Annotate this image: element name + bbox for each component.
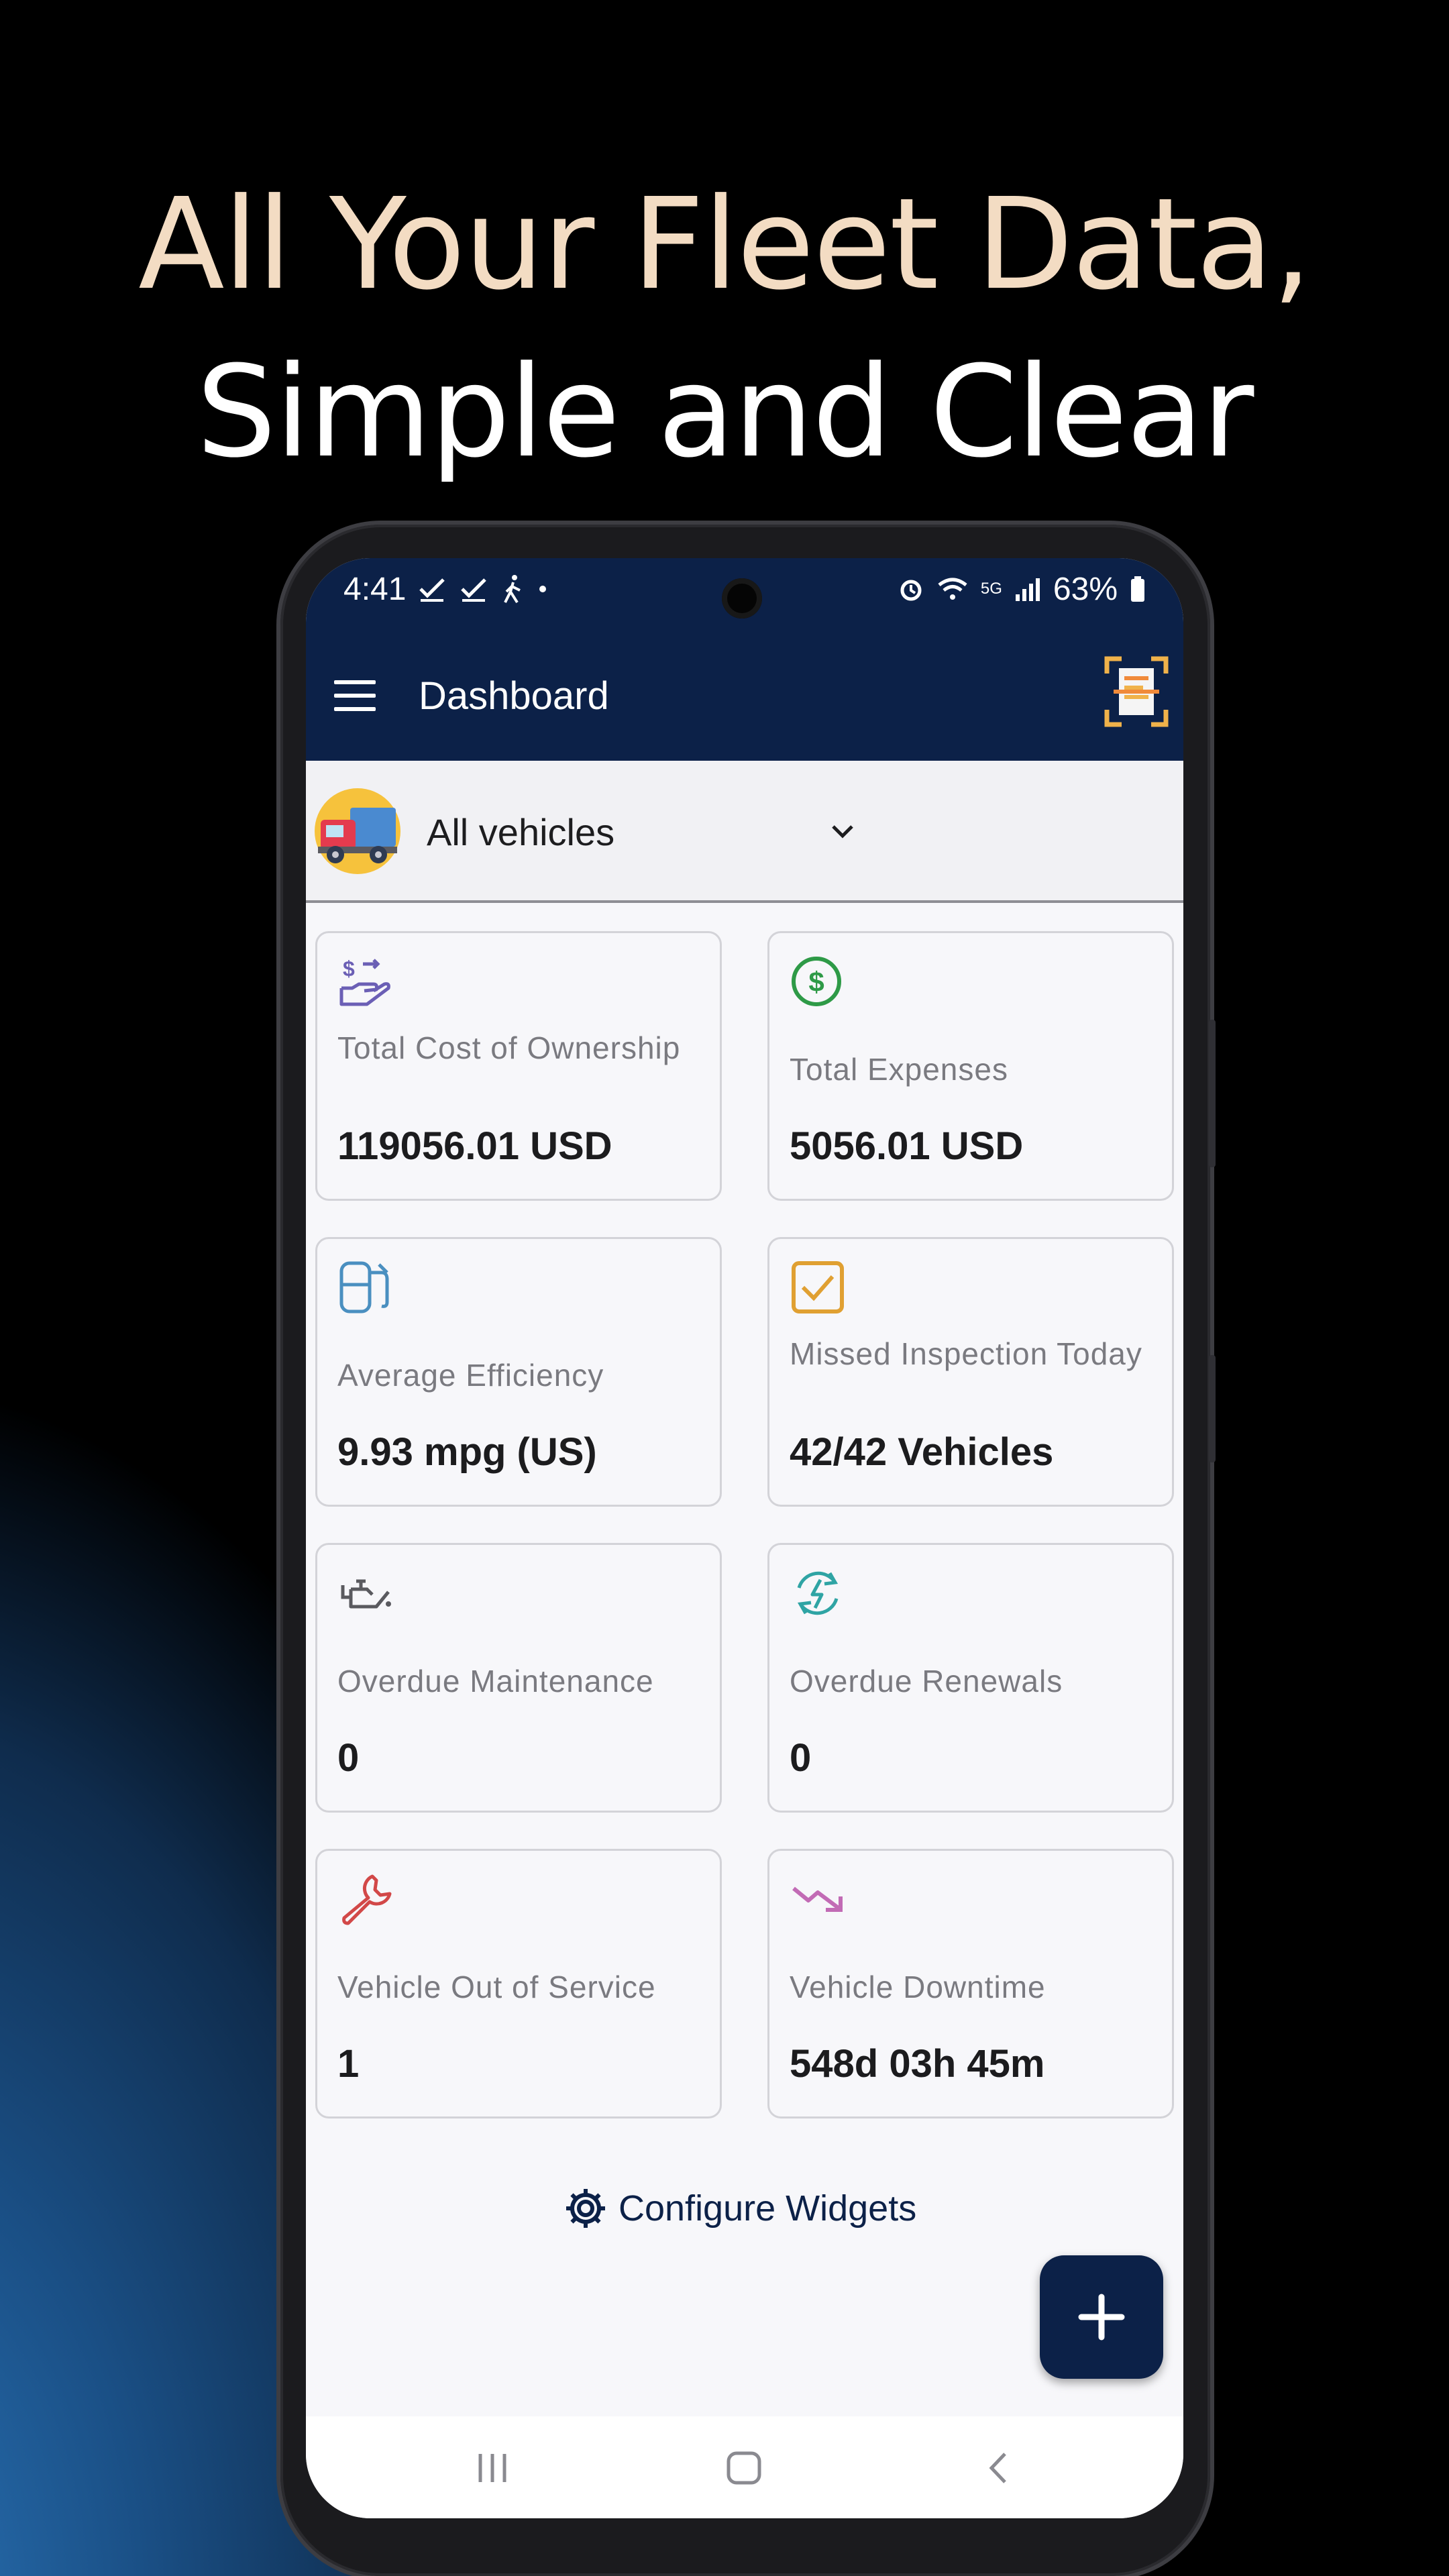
widget-value: 548d 03h 45m	[790, 2042, 1045, 2086]
widget-value: 5056.01 USD	[790, 1124, 1024, 1168]
widget-card[interactable]: Vehicle Downtime 548d 03h 45m	[767, 1849, 1174, 2118]
widget-label: Vehicle Downtime	[790, 1970, 1046, 2004]
cost-hand-icon: $	[339, 957, 390, 1006]
widget-card[interactable]: Average Efficiency 9.93 mpg (US)	[315, 1237, 722, 1507]
headline: All Your Fleet Data, Simple and Clear	[0, 161, 1449, 496]
headline-line-1: All Your Fleet Data,	[138, 171, 1312, 318]
home-icon[interactable]	[724, 2450, 763, 2486]
add-fab-button[interactable]	[1040, 2255, 1163, 2379]
trend-down-icon	[792, 1886, 843, 1912]
widget-card[interactable]: Overdue Renewals 0	[767, 1543, 1174, 1813]
dollar-circle-icon: $	[792, 957, 841, 1006]
widget-card[interactable]: Overdue Maintenance 0	[315, 1543, 722, 1813]
widget-value: 42/42 Vehicles	[790, 1430, 1054, 1474]
front-camera	[722, 578, 762, 619]
headline-line-2: Simple and Clear	[196, 339, 1254, 486]
widget-label: Vehicle Out of Service	[337, 1970, 656, 2004]
check-notification-icon	[419, 578, 445, 602]
app-bar: Dashboard	[306, 620, 1183, 761]
recent-apps-icon[interactable]	[474, 2451, 511, 2485]
widget-value: 9.93 mpg (US)	[337, 1430, 597, 1474]
back-icon[interactable]	[985, 2450, 1012, 2486]
widget-label: Average Efficiency	[337, 1358, 604, 1393]
alarm-icon	[900, 580, 922, 601]
widget-label: Overdue Maintenance	[337, 1664, 654, 1699]
widget-card[interactable]: $ Total Expenses 5056.01 USD	[767, 931, 1174, 1201]
svg-text:$: $	[343, 957, 355, 981]
dot-icon	[539, 586, 547, 592]
renew-bolt-icon	[797, 1571, 839, 1615]
widget-label: Total Cost of Ownership	[337, 1030, 681, 1065]
battery-percent: 63%	[1053, 571, 1118, 607]
document-scan-icon[interactable]	[1104, 656, 1169, 727]
page-title: Dashboard	[419, 674, 609, 718]
oil-can-icon	[341, 1579, 391, 1609]
hamburger-menu-icon[interactable]	[334, 680, 376, 711]
checkbox-icon	[792, 1261, 844, 1313]
wifi-icon	[938, 578, 967, 600]
fuel-pump-icon	[339, 1261, 389, 1313]
widget-value: 0	[337, 1736, 360, 1780]
signal-icon	[1015, 578, 1040, 601]
svg-text:$: $	[808, 966, 824, 998]
widget-label: Overdue Renewals	[790, 1664, 1063, 1699]
truck-icon	[315, 788, 400, 874]
widget-card[interactable]: Vehicle Out of Service 1	[315, 1849, 722, 2118]
configure-widgets-label: Configure Widgets	[619, 2188, 917, 2229]
walking-person-icon	[504, 575, 521, 604]
configure-widgets-button[interactable]: Configure Widgets	[564, 2182, 916, 2235]
check-notification-icon	[461, 578, 487, 602]
wrench-icon	[342, 1874, 392, 1925]
vehicle-selector[interactable]: All vehicles	[306, 761, 1183, 903]
widget-label: Missed Inspection Today	[790, 1336, 1142, 1371]
network-type-label: 5G	[980, 580, 1002, 598]
chevron-down-icon[interactable]	[826, 816, 859, 848]
plus-icon	[1078, 2294, 1125, 2341]
widget-value: 0	[790, 1736, 812, 1780]
phone-screen: 4:41 5G 63% Dashboard All vehicles $ Tot…	[306, 558, 1183, 2518]
status-time: 4:41	[343, 571, 407, 607]
vehicle-selector-label: All vehicles	[427, 811, 615, 853]
gear-icon	[566, 2189, 605, 2228]
widget-card[interactable]: Missed Inspection Today 42/42 Vehicles	[767, 1237, 1174, 1507]
system-nav-bar	[306, 2416, 1183, 2518]
phone-side-button	[1209, 1020, 1216, 1167]
widget-card[interactable]: $ Total Cost of Ownership 119056.01 USD	[315, 931, 722, 1201]
widget-value: 1	[337, 2042, 360, 2086]
phone-side-button	[1209, 1355, 1216, 1462]
widget-value: 119056.01 USD	[337, 1124, 612, 1168]
widget-label: Total Expenses	[790, 1052, 1008, 1087]
battery-icon	[1131, 576, 1144, 602]
